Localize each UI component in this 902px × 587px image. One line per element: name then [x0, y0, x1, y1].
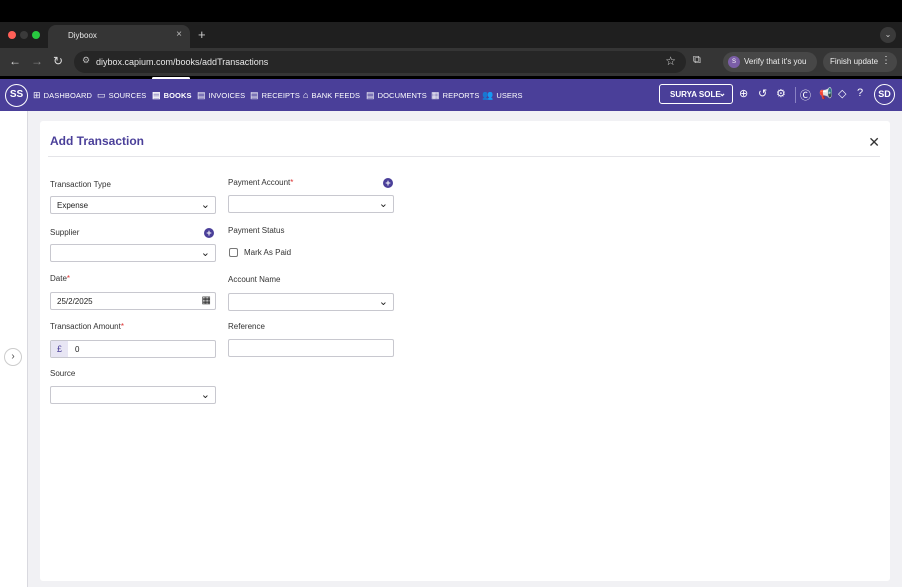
megaphone-icon[interactable]: 📢	[819, 87, 833, 100]
kebab-menu-icon: ⋮	[881, 55, 891, 66]
add-payment-account-icon[interactable]: +	[383, 178, 393, 188]
transaction-amount-label: Transaction Amount*	[50, 322, 124, 331]
finish-update-button[interactable]: Finish update ⋮	[823, 52, 897, 72]
payment-account-select[interactable]: ⌄	[228, 195, 394, 213]
verify-text: Verify that it's you	[744, 57, 807, 66]
site-info-icon[interactable]: ⚙	[82, 55, 90, 66]
supplier-select[interactable]: ⌄	[50, 244, 216, 262]
mark-as-paid-label: Mark As Paid	[244, 248, 292, 257]
source-label: Source	[50, 369, 76, 378]
finish-update-text: Finish update	[830, 57, 879, 66]
user-avatar[interactable]: SD	[874, 84, 895, 105]
page-content: › Add Transaction ✕ Transaction Type Exp…	[0, 111, 902, 587]
diamond-icon[interactable]: ◇	[838, 87, 846, 100]
maximize-window-button[interactable]	[32, 31, 40, 39]
nav-item-users[interactable]: 👥 USERS	[482, 90, 523, 101]
transaction-amount-value: 0	[75, 345, 80, 354]
folder-icon: ▭	[97, 90, 106, 100]
chevron-down-icon: ⌄	[378, 198, 388, 210]
nav-item-reports[interactable]: ▦ REPORTS	[431, 90, 479, 101]
profile-avatar: S	[728, 56, 740, 68]
add-circle-icon[interactable]: ⊕	[739, 87, 748, 100]
transaction-type-label: Transaction Type	[50, 180, 111, 189]
nav-item-invoices[interactable]: ▤ INVOICES	[197, 90, 245, 101]
new-tab-button[interactable]: +	[198, 27, 206, 42]
close-icon[interactable]: ✕	[868, 134, 880, 151]
capium-logo-icon[interactable]: Ⓒ	[800, 87, 811, 103]
nav-item-receipts[interactable]: ▤ RECEIPTS	[250, 90, 300, 101]
payment-account-label: Payment Account*	[228, 178, 294, 187]
chevron-down-icon: ⌄	[200, 247, 210, 259]
tab-close-icon[interactable]: ×	[176, 29, 182, 40]
account-name-select[interactable]: ⌄	[228, 293, 394, 311]
verify-profile-button[interactable]: S Verify that it's you	[723, 52, 817, 72]
nav-item-documents[interactable]: ▤ DOCUMENTS	[366, 90, 427, 101]
history-icon[interactable]: ↺	[758, 87, 767, 100]
back-icon[interactable]: ←	[9, 54, 21, 68]
reference-input[interactable]	[228, 339, 394, 357]
add-transaction-card: Add Transaction ✕ Transaction Type Expen…	[40, 121, 890, 581]
title-divider	[48, 156, 880, 157]
books-icon: ▤	[152, 90, 161, 100]
invoice-icon: ▤	[197, 90, 206, 100]
chevron-down-icon: ⌄	[718, 88, 726, 98]
forward-icon[interactable]: →	[31, 54, 43, 68]
document-icon: ▤	[366, 90, 375, 100]
mark-as-paid-checkbox[interactable]	[229, 248, 238, 257]
currency-symbol: £	[51, 341, 68, 357]
address-bar[interactable]: ⚙ diybox.capium.com/books/addTransaction…	[74, 51, 686, 73]
add-supplier-icon[interactable]: +	[204, 228, 214, 238]
tab-search-button[interactable]: ⌄	[880, 27, 896, 43]
account-name-label: Account Name	[228, 275, 281, 284]
calendar-icon[interactable]: ▦	[202, 295, 211, 306]
nav-item-dashboard[interactable]: ⊞ DASHBOARD	[33, 90, 92, 101]
expand-sidebar-button[interactable]: ›	[4, 348, 22, 366]
users-icon: 👥	[482, 90, 494, 100]
nav-item-sources[interactable]: ▭ SOURCES	[97, 90, 146, 101]
date-label: Date*	[50, 274, 71, 283]
page-title: Add Transaction	[50, 134, 145, 148]
extensions-icon[interactable]: ⧉	[693, 54, 701, 67]
app-logo[interactable]: SS	[5, 84, 28, 107]
gear-icon[interactable]: ⚙	[776, 87, 786, 100]
chevron-right-icon: ›	[11, 351, 15, 362]
date-value: 25/2/2025	[57, 297, 93, 306]
bookmark-star-icon[interactable]: ☆	[665, 54, 676, 68]
tab-title: Diyboox	[68, 31, 97, 40]
receipt-icon: ▤	[250, 90, 259, 100]
app-navbar: SS ⊞ DASHBOARD ▭ SOURCES ▤ BOOKS ▤ INVOI…	[0, 79, 902, 111]
browser-toolbar: ← → ↻ ⚙ diybox.capium.com/books/addTrans…	[0, 48, 902, 76]
browser-tab-bar: Diyboox × + ⌄	[0, 22, 902, 48]
supplier-label: Supplier	[50, 228, 80, 237]
close-window-button[interactable]	[8, 31, 16, 39]
nav-item-bank-feeds[interactable]: ⌂ BANK FEEDS	[303, 90, 360, 100]
reports-icon: ▦	[431, 90, 440, 100]
minimize-window-button[interactable]	[20, 31, 28, 39]
transaction-type-select[interactable]: Expense ⌄	[50, 196, 216, 214]
browser-tab[interactable]: Diyboox ×	[48, 25, 190, 48]
transaction-amount-input[interactable]: £ 0	[50, 340, 216, 358]
transaction-type-value: Expense	[57, 201, 89, 210]
help-icon[interactable]: ?	[857, 87, 863, 99]
toolbar-divider	[795, 87, 796, 103]
dashboard-icon: ⊞	[33, 90, 41, 100]
date-input[interactable]: 25/2/2025 ▦	[50, 292, 216, 310]
left-sidebar: ›	[0, 111, 28, 587]
reload-icon[interactable]: ↻	[53, 54, 63, 68]
source-select[interactable]: ⌄	[50, 386, 216, 404]
payment-status-label: Payment Status	[228, 226, 285, 235]
chevron-down-icon: ⌄	[378, 296, 388, 308]
chevron-down-icon: ⌄	[200, 199, 210, 211]
company-selector[interactable]: SURYA SOLE ⌄	[659, 84, 733, 104]
nav-item-books[interactable]: ▤ BOOKS	[152, 90, 192, 101]
chevron-down-icon: ⌄	[200, 389, 210, 401]
url-text: diybox.capium.com/books/addTransactions	[96, 57, 269, 67]
reference-label: Reference	[228, 322, 265, 331]
bank-icon: ⌂	[303, 90, 309, 100]
company-name: SURYA SOLE	[670, 90, 721, 99]
